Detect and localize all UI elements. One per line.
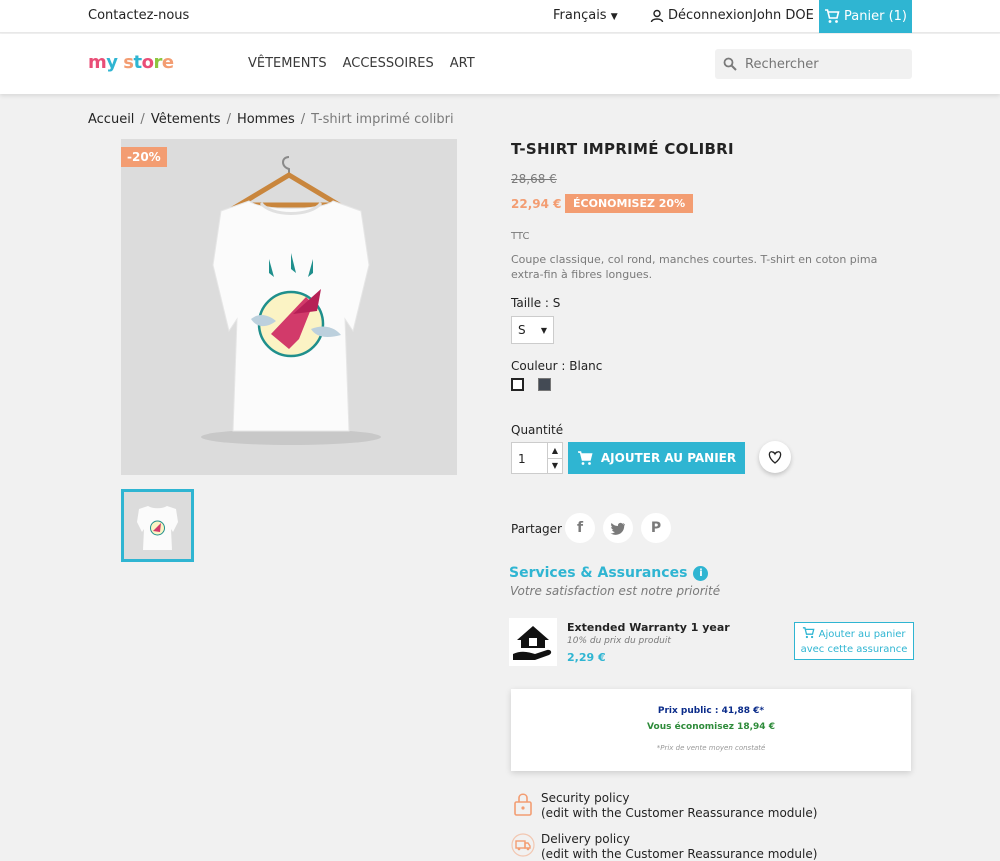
quantity-label: Quantité <box>511 423 564 437</box>
breadcrumb-current: T-shirt imprimé colibri <box>311 112 454 127</box>
reassurance-delivery-title: Delivery policy <box>541 832 630 846</box>
twitter-icon <box>610 522 625 535</box>
add-to-cart-label: AJOUTER AU PANIER <box>600 451 737 465</box>
account-link[interactable]: John DOE <box>753 8 814 23</box>
twitter-share-button[interactable] <box>603 513 633 543</box>
current-price: 22,94 € <box>511 197 562 211</box>
language-selector[interactable]: Français ▼ <box>553 8 618 23</box>
wishlist-button[interactable] <box>759 441 791 473</box>
info-icon[interactable]: i <box>693 565 709 581</box>
savings-text: Vous économisez 18,94 € <box>647 722 775 732</box>
logout-label: Déconnexion <box>668 8 753 23</box>
logout-link[interactable]: Déconnexion <box>650 8 753 23</box>
quantity-input[interactable]: 1 <box>512 443 547 473</box>
language-label: Français <box>553 8 607 23</box>
contact-link[interactable]: Contactez-nous <box>88 8 189 23</box>
add-to-cart-button[interactable]: AJOUTER AU PANIER <box>568 442 745 474</box>
caret-down-icon: ▼ <box>540 325 547 335</box>
color-swatch-grey[interactable] <box>538 378 551 391</box>
add-warranty-label: Ajouter au panier <box>818 629 906 640</box>
top-bar: Contactez-nous Français ▼ Déconnexion Jo… <box>0 0 1000 33</box>
warranty-price: 2,29 € <box>567 651 606 664</box>
services-title-text: Services & Assurances <box>509 565 688 581</box>
services-subtitle: Votre satisfaction est notre priorité <box>510 584 721 598</box>
public-price: Prix public : 41,88 €* <box>657 706 765 716</box>
main-header: my store VÊTEMENTS ACCESSOIRES ART <box>0 34 1000 94</box>
product-thumbnail[interactable] <box>121 489 194 562</box>
add-warranty-line1: Ajouter au panier <box>795 627 913 642</box>
size-label: Taille : S <box>511 296 561 310</box>
warranty-subtitle: 10% du prix du produit <box>567 636 671 646</box>
add-warranty-button[interactable]: Ajouter au panier avec cette assurance <box>794 622 914 660</box>
heart-icon <box>768 450 782 464</box>
search-input[interactable] <box>745 56 895 72</box>
breadcrumb-clothes[interactable]: Vêtements <box>151 112 221 127</box>
breadcrumb-separator: / <box>300 112 306 127</box>
user-icon <box>650 9 664 22</box>
cart-button[interactable]: Panier (1) <box>819 0 912 33</box>
caret-down-icon: ▼ <box>610 12 618 22</box>
tshirt-image <box>201 156 381 445</box>
size-value: S <box>518 323 526 337</box>
breadcrumb-men[interactable]: Hommes <box>237 112 295 127</box>
discount-flag: -20% <box>121 147 167 167</box>
facebook-icon: f <box>576 520 584 536</box>
nav-item-art[interactable]: ART <box>450 56 475 71</box>
breadcrumb-separator: / <box>226 112 231 127</box>
quantity-arrows: ▲ ▼ <box>547 443 562 473</box>
discount-badge: ÉCONOMISEZ 20% <box>565 194 694 213</box>
cart-plus-icon <box>803 627 815 639</box>
pinterest-icon: P <box>650 520 662 536</box>
cart-label: Panier (1) <box>844 9 907 24</box>
breadcrumb: Accueil / Vêtements / Hommes / T-shirt i… <box>88 112 454 127</box>
facebook-share-button[interactable]: f <box>565 513 595 543</box>
reassurance-delivery-sub: (edit with the Customer Reassurance modu… <box>541 847 818 861</box>
color-swatch-white[interactable] <box>511 378 524 391</box>
product-description: Coupe classique, col rond, manches court… <box>511 253 878 281</box>
price-note: *Prix de vente moyen constaté <box>656 744 766 752</box>
quantity-down-icon[interactable]: ▼ <box>548 459 562 474</box>
quantity-up-icon[interactable]: ▲ <box>548 443 562 459</box>
warranty-name: Extended Warranty 1 year <box>567 621 730 634</box>
lock-icon <box>514 793 532 816</box>
breadcrumb-home[interactable]: Accueil <box>88 112 134 127</box>
price-comparison-box: Prix public : 41,88 €* Vous économisez 1… <box>511 689 911 771</box>
breadcrumb-separator: / <box>140 112 145 127</box>
size-select[interactable]: S ▼ <box>511 316 554 344</box>
main-nav: VÊTEMENTS ACCESSOIRES ART <box>248 56 475 71</box>
house-hand-icon <box>513 626 552 660</box>
cart-icon <box>577 450 593 465</box>
product-title: T-SHIRT IMPRIMÉ COLIBRI <box>511 140 734 158</box>
nav-item-clothes[interactable]: VÊTEMENTS <box>248 56 327 71</box>
add-warranty-line2: avec cette assurance <box>800 644 908 655</box>
delivery-truck-icon <box>511 833 535 857</box>
color-label: Couleur : Blanc <box>511 359 603 373</box>
reassurance-security-sub: (edit with the Customer Reassurance modu… <box>541 806 818 820</box>
regular-price: 28,68 € <box>511 172 557 186</box>
store-logo[interactable]: my store <box>88 52 174 73</box>
pinterest-share-button[interactable]: P <box>641 513 671 543</box>
search-icon[interactable] <box>723 57 737 71</box>
tshirt-thumbnail-image <box>137 506 178 550</box>
nav-item-accessories[interactable]: ACCESSOIRES <box>343 56 434 71</box>
share-label: Partager <box>511 522 562 536</box>
warranty-image <box>509 618 557 666</box>
cart-icon <box>825 9 840 23</box>
reassurance-security-title: Security policy <box>541 791 630 805</box>
services-title: Services & Assurances i <box>509 565 709 581</box>
product-cover-image[interactable] <box>121 139 457 475</box>
quantity-stepper: 1 ▲ ▼ <box>511 442 563 474</box>
tax-label: TTC <box>511 231 530 242</box>
search-box <box>715 49 912 79</box>
